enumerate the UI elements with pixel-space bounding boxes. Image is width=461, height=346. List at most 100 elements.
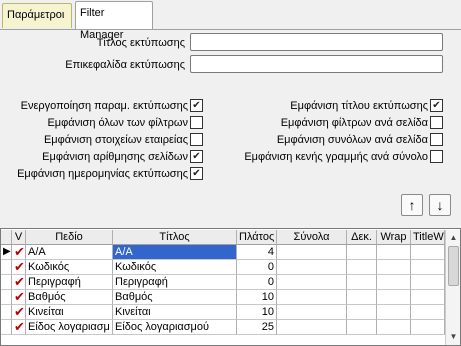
cell-wrap[interactable] (377, 290, 411, 305)
arrow-down-icon: ↓ (436, 197, 444, 213)
cell-titlew[interactable] (411, 320, 445, 335)
cell-width[interactable]: 10 (237, 290, 277, 305)
option-totals-per-page-checkbox[interactable] (430, 133, 443, 146)
cell-totals[interactable] (277, 275, 347, 290)
cell-field[interactable]: Α/Α (26, 245, 113, 260)
scroll-down-icon[interactable]: ▼ (447, 330, 460, 343)
cell-decimals[interactable] (347, 305, 377, 320)
table-row[interactable]: ✔ Βαθμός Βαθμός 10 (1, 290, 445, 305)
cell-totals[interactable] (277, 320, 347, 335)
option-show-all-filters-checkbox[interactable] (190, 116, 203, 129)
header-indicator (1, 230, 12, 245)
option-empty-line-per-total-checkbox[interactable] (430, 150, 443, 163)
fields-grid[interactable]: V Πεδίο Τίτλος Πλάτος Σύνολα Δεκ. Wrap T… (0, 228, 461, 346)
header-wrap[interactable]: Wrap (377, 230, 411, 245)
header-field[interactable]: Πεδίο (26, 230, 113, 245)
grid-vertical-scrollbar[interactable]: ▲ ▼ (445, 230, 460, 345)
tab-bar: Παράμετροι Filter Manager (0, 0, 461, 41)
table-row[interactable]: ▶ ✔ Α/Α Α/Α 4 (1, 245, 445, 260)
arrow-up-icon: ↑ (408, 197, 416, 213)
print-header-input[interactable] (190, 55, 443, 73)
visible-check-icon[interactable]: ✔ (12, 290, 26, 305)
grid-header: V Πεδίο Τίτλος Πλάτος Σύνολα Δεκ. Wrap T… (1, 230, 445, 245)
header-title[interactable]: Τίτλος (113, 230, 237, 245)
move-up-button[interactable]: ↑ (401, 194, 423, 216)
visible-check-icon[interactable]: ✔ (12, 260, 26, 275)
row-indicator (1, 290, 12, 305)
option-show-print-title-label: Εμφάνιση τίτλου εκτύπωσης (290, 100, 428, 112)
cell-wrap[interactable] (377, 320, 411, 335)
cell-decimals[interactable] (347, 290, 377, 305)
cell-field[interactable]: Κινείται (26, 305, 113, 320)
option-enable-print-params-label: Ενεργοποίηση παραμ. εκτύπωσης (20, 100, 188, 112)
cell-titlew[interactable] (411, 305, 445, 320)
cell-wrap[interactable] (377, 260, 411, 275)
table-row[interactable]: ✔ Περιγραφή Περιγραφή 0 (1, 275, 445, 290)
cell-field[interactable]: Κωδικός (26, 260, 113, 275)
header-visible[interactable]: V (12, 230, 26, 245)
cell-totals[interactable] (277, 260, 347, 275)
cell-decimals[interactable] (347, 245, 377, 260)
cell-decimals[interactable] (347, 320, 377, 335)
header-decimals[interactable]: Δεκ. (347, 230, 377, 245)
move-down-button[interactable]: ↓ (429, 194, 451, 216)
header-totals[interactable]: Σύνολα (277, 230, 347, 245)
cell-decimals[interactable] (347, 260, 377, 275)
cell-width[interactable]: 0 (237, 260, 277, 275)
cell-totals[interactable] (277, 245, 347, 260)
option-show-print-date-label: Εμφάνιση ημερομηνίας εκτύπωσης (17, 168, 188, 180)
scroll-up-icon[interactable]: ▲ (447, 231, 460, 244)
table-row[interactable]: ✔ Είδος λογαριασμ Είδος λογαριασμού 25 (1, 320, 445, 335)
cell-title[interactable]: Κωδικός (113, 260, 237, 275)
visible-check-icon[interactable]: ✔ (12, 305, 26, 320)
tab-filter-manager[interactable]: Filter Manager (75, 1, 153, 41)
option-filters-per-page-checkbox[interactable] (430, 116, 443, 129)
cell-title[interactable]: Βαθμός (113, 290, 237, 305)
cell-width[interactable]: 10 (237, 305, 277, 320)
cell-wrap[interactable] (377, 275, 411, 290)
cell-titlew[interactable] (411, 275, 445, 290)
table-row[interactable]: ✔ Κωδικός Κωδικός 0 (1, 260, 445, 275)
header-titlew[interactable]: TitleW (411, 230, 445, 245)
option-show-print-title-checkbox[interactable] (430, 99, 443, 112)
cell-title[interactable]: Κινείται (113, 305, 237, 320)
cell-totals[interactable] (277, 305, 347, 320)
option-enable-print-params-checkbox[interactable] (190, 99, 203, 112)
cell-field[interactable]: Βαθμός (26, 290, 113, 305)
print-header-label: Επικεφαλίδα εκτύπωσης (65, 59, 185, 71)
option-show-page-numbers-checkbox[interactable] (190, 150, 203, 163)
option-show-print-date-checkbox[interactable] (190, 167, 203, 180)
option-totals-per-page-label: Εμφάνιση συνόλων ανά σελίδα (276, 134, 428, 146)
cell-wrap[interactable] (377, 305, 411, 320)
cell-titlew[interactable] (411, 260, 445, 275)
cell-decimals[interactable] (347, 275, 377, 290)
scrollbar-thumb[interactable] (448, 246, 459, 286)
row-pointer-icon: ▶ (1, 245, 12, 260)
cell-field[interactable]: Περιγραφή (26, 275, 113, 290)
option-filters-per-page-label: Εμφάνιση φίλτρων ανά σελίδα (280, 117, 428, 129)
tab-parameters[interactable]: Παράμετροι (2, 3, 72, 28)
row-indicator (1, 260, 12, 275)
row-indicator (1, 305, 12, 320)
print-title-input[interactable] (190, 33, 443, 51)
visible-check-icon[interactable]: ✔ (12, 245, 26, 260)
cell-field[interactable]: Είδος λογαριασμ (26, 320, 113, 335)
cell-width[interactable]: 25 (237, 320, 277, 335)
header-width[interactable]: Πλάτος (237, 230, 277, 245)
option-show-company-info-checkbox[interactable] (190, 133, 203, 146)
table-row[interactable]: ✔ Κινείται Κινείται 10 (1, 305, 445, 320)
print-title-label: Τίτλος εκτύπωσης (96, 37, 185, 49)
cell-title[interactable]: Είδος λογαριασμού (113, 320, 237, 335)
cell-titlew[interactable] (411, 290, 445, 305)
cell-title[interactable]: Περιγραφή (113, 275, 237, 290)
cell-width[interactable]: 0 (237, 275, 277, 290)
cell-title[interactable]: Α/Α (113, 245, 237, 260)
visible-check-icon[interactable]: ✔ (12, 320, 26, 335)
cell-wrap[interactable] (377, 245, 411, 260)
cell-totals[interactable] (277, 290, 347, 305)
option-show-page-numbers-label: Εμφάνιση αρίθμησης σελίδων (42, 151, 188, 163)
cell-width[interactable]: 4 (237, 245, 277, 260)
option-empty-line-per-total-label: Εμφάνιση κενής γραμμής ανά σύνολο (244, 151, 428, 163)
visible-check-icon[interactable]: ✔ (12, 275, 26, 290)
cell-titlew[interactable] (411, 245, 445, 260)
